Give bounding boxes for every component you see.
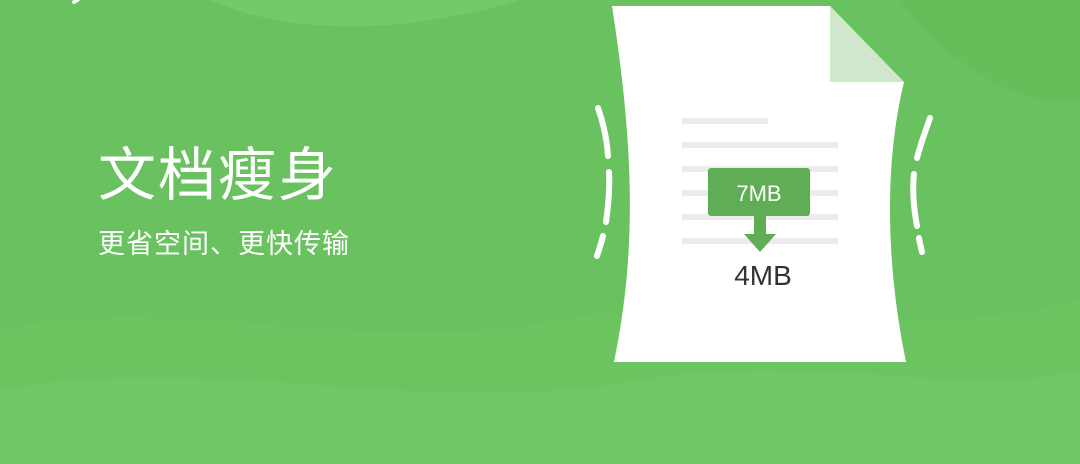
original-size-label: 7MB [736,181,781,206]
compressed-size-label: 4MB [734,260,792,291]
feature-title: 文档瘦身 [98,141,339,209]
back-chevron-icon[interactable] [62,0,92,10]
feature-subtitle: 更省空间、更快传输 [98,229,350,260]
compress-document-illustration: 7MB 4MB [594,6,933,362]
